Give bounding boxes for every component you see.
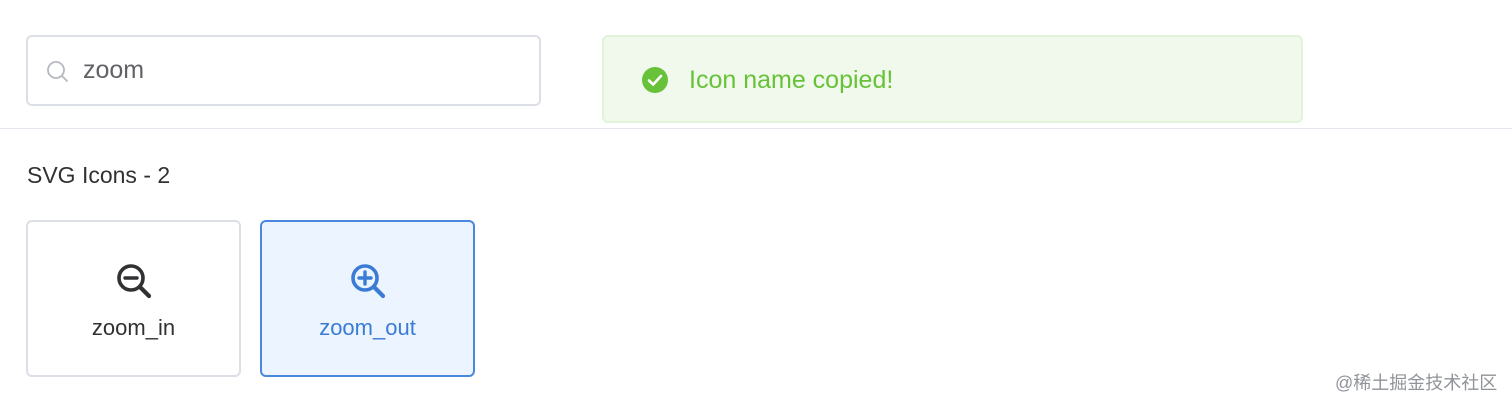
- icon-card-zoom-in[interactable]: zoom_in: [26, 220, 241, 377]
- section-title: SVG Icons - 2: [27, 162, 171, 188]
- icon-card-zoom-out[interactable]: zoom_out: [260, 220, 475, 377]
- search-icon: [47, 61, 68, 82]
- icon-browser-page: Icon name copied! SVG Icons - 2 zoom_in …: [0, 0, 1512, 407]
- zoom-minus-icon: [117, 264, 152, 299]
- divider: [0, 128, 1512, 129]
- watermark: @稀土掘金技术社区: [1335, 373, 1498, 393]
- success-message-text: Icon name copied!: [689, 66, 894, 94]
- search-input[interactable]: [83, 37, 523, 104]
- icon-card-label: zoom_in: [91, 315, 176, 340]
- icon-card-label: zoom_out: [319, 315, 416, 340]
- check-circle-icon: [642, 67, 668, 93]
- search-box[interactable]: [26, 35, 541, 106]
- success-message: Icon name copied!: [602, 35, 1303, 123]
- zoom-plus-icon: [351, 264, 386, 299]
